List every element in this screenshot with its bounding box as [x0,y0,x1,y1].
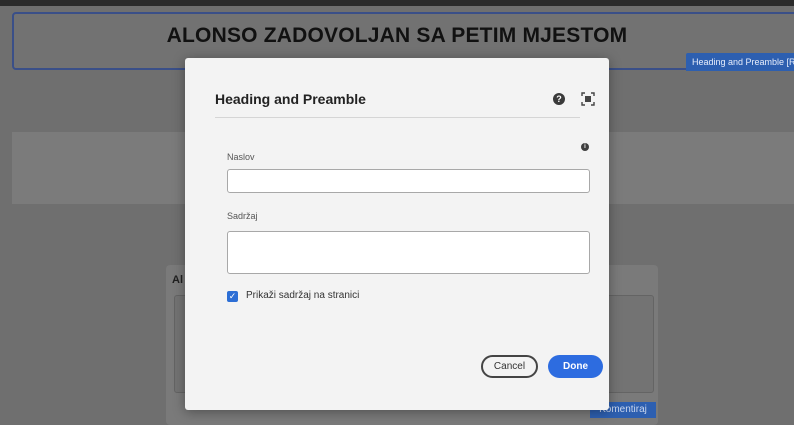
top-bar [0,0,794,6]
show-content-checkbox-label[interactable]: Prikaži sadržaj na stranici [246,290,359,301]
dialog-title: Heading and Preamble [215,91,366,107]
sadrzaj-label: Sadržaj [227,211,258,221]
info-icon[interactable]: i [581,143,589,151]
cancel-button[interactable]: Cancel [481,355,538,378]
component-tag: Heading and Preamble [Ro [686,53,794,71]
show-content-checkbox[interactable]: ✓ [227,291,238,302]
sadrzaj-textarea[interactable] [227,231,590,274]
help-icon[interactable]: ? [553,93,565,105]
dialog-header-divider [215,117,580,118]
done-button[interactable]: Done [548,355,603,378]
naslov-label: Naslov [227,152,255,162]
fullscreen-icon[interactable] [581,92,595,106]
naslov-input[interactable] [227,169,590,193]
background-page-heading: ALONSO ZADOVOLJAN SA PETIM MJESTOM [166,24,628,47]
heading-preamble-dialog: Heading and Preamble ? i Naslov Sadržaj … [185,58,609,410]
background-comment-label: Al [172,274,183,286]
